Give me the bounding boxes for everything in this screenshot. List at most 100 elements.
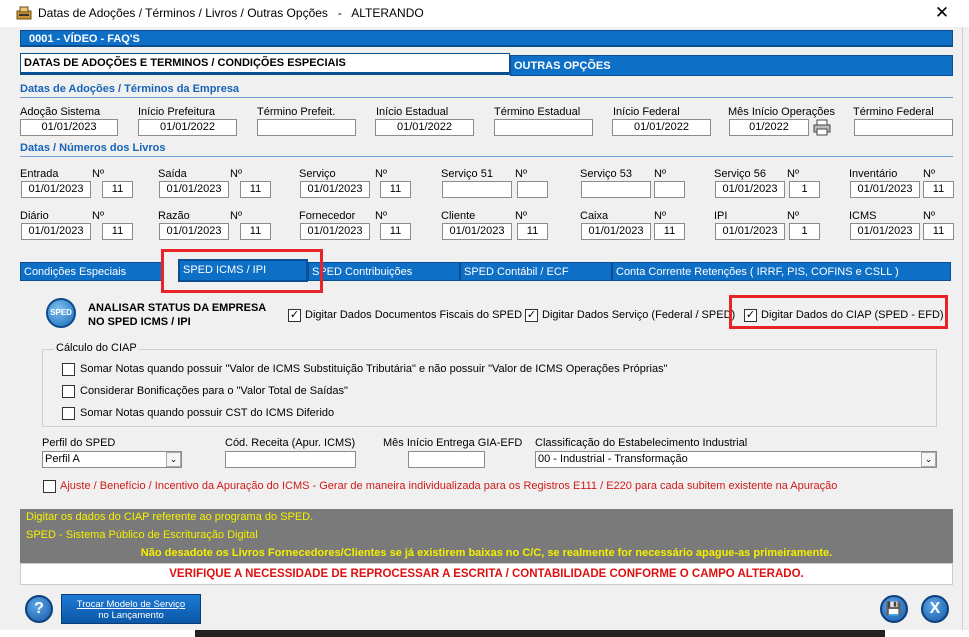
trocar-line2: no Lançamento <box>98 610 164 621</box>
tab-conta-corrente-retencoes[interactable]: Conta Corrente Retenções ( IRRF, PIS, CO… <box>612 262 951 281</box>
book-label: Diário <box>20 210 49 222</box>
book-number-label: Nº <box>787 210 799 222</box>
chevron-down-icon[interactable]: ⌄ <box>166 452 181 467</box>
book-date-input[interactable]: 01/01/2023 <box>850 181 920 198</box>
book-label: Inventário <box>849 168 898 180</box>
ciap-opt3-label: Somar Notas quando possuir CST do ICMS D… <box>80 407 335 419</box>
save-icon[interactable]: 💾 <box>880 595 908 623</box>
book-date-input[interactable]: 01/01/2023 <box>715 223 785 240</box>
book-number-label: Nº <box>375 210 387 222</box>
section-adocoes-title: Datas de Adoções / Términos da Empresa <box>20 83 953 98</box>
book-number-input[interactable]: 11 <box>654 223 685 240</box>
book-label: ICMS <box>849 210 877 222</box>
book-date-input[interactable]: 01/01/2023 <box>581 223 651 240</box>
book-date-input[interactable] <box>581 181 651 198</box>
book-date-input[interactable]: 01/01/2023 <box>159 223 229 240</box>
book-label: Serviço 53 <box>580 168 632 180</box>
book-number-input[interactable]: 1 <box>789 181 820 198</box>
ciap-opt2-checkbox[interactable] <box>62 385 75 398</box>
book-number-input[interactable]: 11 <box>240 181 271 198</box>
book-number-label: Nº <box>92 168 104 180</box>
inicio-federal-input[interactable]: 01/01/2022 <box>612 119 711 136</box>
tab-outras-opcoes[interactable]: OUTRAS OPÇÕES <box>510 55 953 76</box>
book-number-input[interactable]: 11 <box>517 223 548 240</box>
book-label: Caixa <box>580 210 609 222</box>
label-termino-prefeit: Término Prefeit. <box>257 106 336 118</box>
perfil-select[interactable]: Perfil A <box>42 451 182 468</box>
hint-sped: SPED - Sistema Público de Escrituração D… <box>20 527 953 545</box>
perfil-value: Perfil A <box>45 453 80 465</box>
book-number-label: Nº <box>787 168 799 180</box>
book-date-input[interactable]: 01/01/2023 <box>300 223 370 240</box>
classif-select[interactable]: 00 - Industrial - Transformação <box>535 451 937 468</box>
book-label: Saída <box>158 168 187 180</box>
book-number-input[interactable]: 11 <box>380 181 411 198</box>
book-label: Razão <box>158 210 190 222</box>
adocao-sistema-input[interactable]: 01/01/2023 <box>20 119 118 136</box>
label-termino-federal: Término Federal <box>853 106 934 118</box>
book-date-input[interactable]: 01/01/2023 <box>300 181 370 198</box>
book-number-input[interactable]: 11 <box>380 223 411 240</box>
classif-label: Classificação do Estabelecimento Industr… <box>535 437 748 449</box>
tab-datas[interactable]: DATAS DE ADOÇÕES E TERMINOS / CONDIÇÕES … <box>20 53 510 75</box>
inicio-estadual-input[interactable]: 01/01/2022 <box>375 119 474 136</box>
termino-prefeit-input[interactable] <box>257 119 356 136</box>
classif-value: 00 - Industrial - Transformação <box>538 453 688 465</box>
perfil-label: Perfil do SPED <box>42 437 116 449</box>
exit-button[interactable]: X <box>921 595 949 623</box>
termino-federal-input[interactable] <box>854 119 953 136</box>
book-number-input[interactable]: 11 <box>102 181 133 198</box>
book-date-input[interactable]: 01/01/2023 <box>442 223 512 240</box>
window-title: Datas de Adoções / Términos / Livros / O… <box>38 6 424 20</box>
book-date-input[interactable]: 01/01/2023 <box>159 181 229 198</box>
book-number-label: Nº <box>92 210 104 222</box>
book-number-input[interactable] <box>654 181 685 198</box>
book-number-label: Nº <box>515 210 527 222</box>
chk-fiscais-checkbox[interactable]: ✓ <box>288 309 301 322</box>
printer-icon[interactable] <box>813 118 831 136</box>
hint-ciap: Digitar os dados do CIAP referente ao pr… <box>20 509 953 527</box>
inicio-prefeitura-input[interactable]: 01/01/2022 <box>138 119 237 136</box>
book-number-label: Nº <box>923 168 935 180</box>
close-icon[interactable]: ✕ <box>932 2 952 24</box>
ciap-opt3-checkbox[interactable] <box>62 407 75 420</box>
book-number-label: Nº <box>654 168 666 180</box>
book-number-label: Nº <box>654 210 666 222</box>
tab-sped-contabil-ecf[interactable]: SPED Contábil / ECF <box>460 262 612 281</box>
book-label: Fornecedor <box>299 210 356 222</box>
book-date-input[interactable]: 01/01/2023 <box>850 223 920 240</box>
termino-estadual-input[interactable] <box>494 119 593 136</box>
label-mes-inicio-operacoes: Mês Início Operações <box>728 106 835 118</box>
book-date-input[interactable]: 01/01/2023 <box>715 181 785 198</box>
cod-receita-input[interactable] <box>225 451 356 468</box>
book-date-input[interactable]: 01/01/2023 <box>21 223 91 240</box>
app-icon <box>16 6 32 20</box>
sped-status-icon[interactable]: SPED <box>46 298 76 328</box>
ciap-opt1-checkbox[interactable] <box>62 363 75 376</box>
tab-condicoes-especiais[interactable]: Condições Especiais <box>20 262 162 281</box>
ajuste-checkbox[interactable] <box>43 480 56 493</box>
chk-servico-checkbox[interactable]: ✓ <box>525 309 538 322</box>
book-number-label: Nº <box>923 210 935 222</box>
book-number-input[interactable]: 11 <box>240 223 271 240</box>
chevron-down-icon[interactable]: ⌄ <box>921 452 936 467</box>
book-number-input[interactable]: 11 <box>102 223 133 240</box>
highlight-ciap <box>729 295 948 329</box>
book-number-input[interactable]: 1 <box>789 223 820 240</box>
title-bar: Datas de Adoções / Términos / Livros / O… <box>0 0 969 27</box>
label-inicio-estadual: Início Estadual <box>376 106 449 118</box>
help-button[interactable]: ? <box>25 595 53 623</box>
ciap-group-title: Cálculo do CIAP <box>54 342 139 354</box>
warning-livros: Não desadote os Livros Fornecedores/Clie… <box>20 545 953 563</box>
book-number-input[interactable]: 11 <box>923 181 954 198</box>
book-number-input[interactable] <box>517 181 548 198</box>
ciap-opt2-label: Considerar Bonificações para o "Valor To… <box>80 385 348 397</box>
mes-gia-input[interactable] <box>408 451 485 468</box>
book-number-input[interactable]: 11 <box>923 223 954 240</box>
book-date-input[interactable]: 01/01/2023 <box>21 181 91 198</box>
tab-sped-contribuicoes[interactable]: SPED Contribuições <box>308 262 460 281</box>
trocar-modelo-button[interactable]: Trocar Modelo de Serviço no Lançamento <box>61 594 201 624</box>
analisar-line1: ANALISAR STATUS DA EMPRESA <box>88 302 267 314</box>
mes-inicio-operacoes-input[interactable]: 01/2022 <box>729 119 809 136</box>
book-date-input[interactable] <box>442 181 512 198</box>
